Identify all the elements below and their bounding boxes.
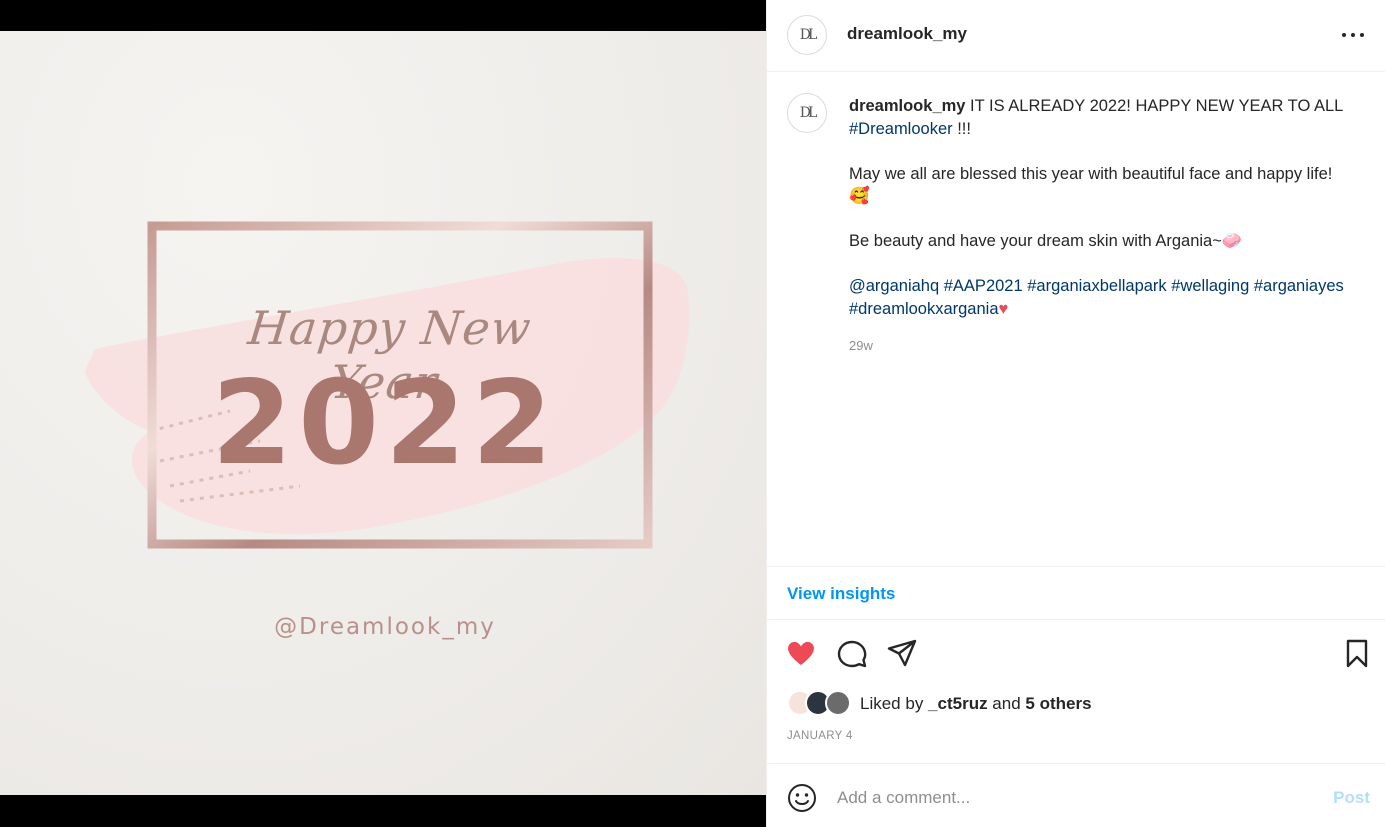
post-comment-button[interactable]: Post bbox=[1333, 788, 1370, 808]
caption-time-ago[interactable]: 29w bbox=[849, 338, 873, 353]
hashtag-arganiaxbellapark[interactable]: #arganiaxbellapark bbox=[1027, 277, 1166, 295]
caption-text: dreamlook_my IT IS ALREADY 2022! HAPPY N… bbox=[849, 95, 1349, 343]
liked-by-user[interactable]: _ct5ruz bbox=[928, 694, 988, 713]
post-image[interactable]: Happy New Year 2022 @Dreamlook_my bbox=[0, 31, 766, 795]
hashtag-wellaging[interactable]: #wellaging bbox=[1171, 277, 1249, 295]
red-heart-icon: ♥ bbox=[998, 299, 1009, 318]
image-handle-text: @Dreamlook_my bbox=[274, 614, 496, 640]
liked-by-others[interactable]: 5 others bbox=[1025, 694, 1091, 713]
mention-arganiahq[interactable]: @arganiahq bbox=[849, 277, 939, 295]
comment-icon[interactable] bbox=[836, 637, 868, 669]
more-options-icon[interactable] bbox=[1340, 22, 1366, 48]
comment-bar: Post bbox=[767, 763, 1385, 827]
caption-avatar[interactable]: DL bbox=[787, 93, 827, 133]
bookmark-icon[interactable] bbox=[1341, 637, 1373, 669]
smiley-icon[interactable] bbox=[787, 783, 817, 813]
caption-line1: IT IS ALREADY 2022! HAPPY NEW YEAR TO AL… bbox=[965, 97, 1343, 115]
caption-paragraph-3: Be beauty and have your dream skin with … bbox=[849, 232, 1243, 250]
caption-username[interactable]: dreamlook_my bbox=[849, 97, 965, 115]
year-text: 2022 bbox=[211, 356, 559, 491]
post-side-panel: DL dreamlook_my DL dreamlook_my IT IS AL… bbox=[766, 0, 1385, 827]
heart-filled-icon[interactable] bbox=[785, 637, 817, 669]
share-icon[interactable] bbox=[886, 637, 918, 669]
comment-input[interactable] bbox=[837, 782, 1297, 814]
post-media[interactable]: Happy New Year 2022 @Dreamlook_my bbox=[0, 0, 766, 827]
likes-row: Liked by _ct5ruz and 5 others bbox=[787, 690, 1367, 718]
caption-line1-end: !!! bbox=[952, 119, 971, 138]
post-date[interactable]: JANUARY 4 bbox=[787, 730, 853, 742]
view-insights-link[interactable]: View insights bbox=[787, 584, 895, 604]
liked-by-text: Liked by _ct5ruz and 5 others bbox=[860, 694, 1092, 714]
liked-by-prefix: Liked by bbox=[860, 694, 929, 713]
insights-bar: View insights bbox=[767, 566, 1385, 620]
liked-by-and: and bbox=[987, 694, 1026, 713]
dreamlook-logo-icon: DL bbox=[799, 27, 817, 43]
liker-avatar-3[interactable] bbox=[825, 690, 851, 716]
profile-avatar[interactable]: DL bbox=[787, 15, 827, 55]
caption-paragraph-1: dreamlook_my IT IS ALREADY 2022! HAPPY N… bbox=[849, 95, 1349, 140]
action-bar bbox=[767, 620, 1385, 684]
dreamlook-logo-icon: DL bbox=[799, 105, 817, 121]
caption-paragraph-2: May we all are blessed this year with be… bbox=[849, 164, 1333, 206]
caption-tags: @arganiahq #AAP2021 #arganiaxbellapark #… bbox=[849, 275, 1349, 320]
hashtag-arganiayes[interactable]: #arganiayes bbox=[1254, 277, 1344, 295]
hashtag-aap2021[interactable]: #AAP2021 bbox=[944, 277, 1023, 295]
caption-area: DL dreamlook_my IT IS ALREADY 2022! HAPP… bbox=[767, 73, 1385, 566]
header-username[interactable]: dreamlook_my bbox=[847, 24, 967, 44]
hashtag-dreamlookxargania[interactable]: #dreamlookxargania bbox=[849, 300, 999, 318]
post-header: DL dreamlook_my bbox=[767, 0, 1385, 72]
hashtag-dreamlooker[interactable]: #Dreamlooker bbox=[849, 120, 953, 138]
